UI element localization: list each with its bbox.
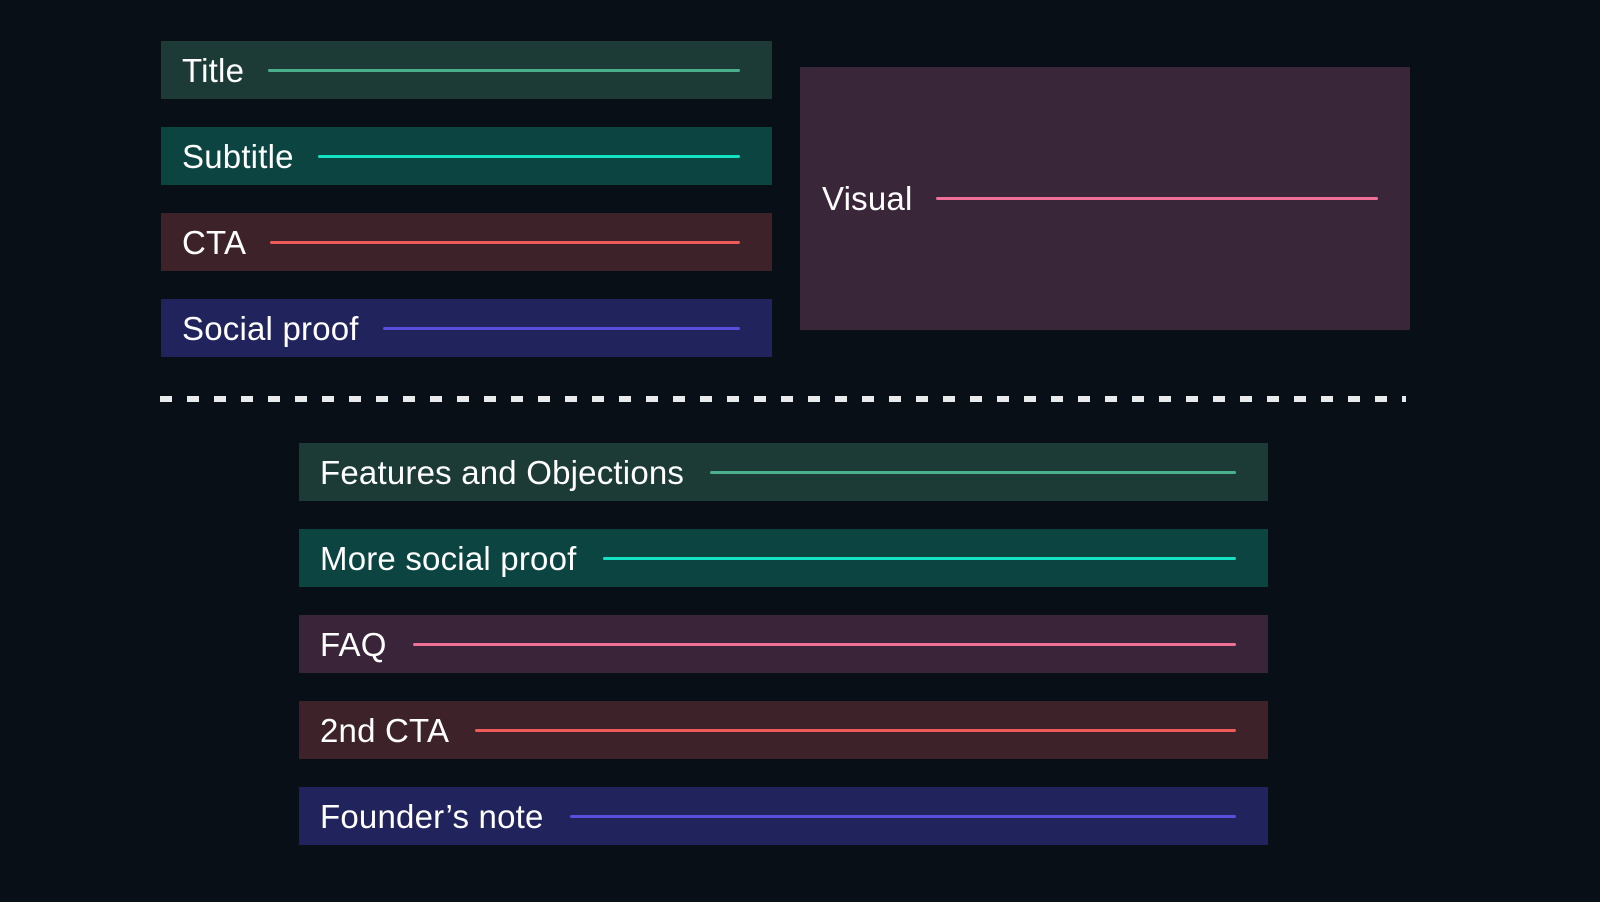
body-block-founders-note[interactable]: Founder’s note — [299, 787, 1268, 845]
hero-visual-panel[interactable]: Visual — [800, 67, 1410, 330]
hero-block-subtitle[interactable]: Subtitle — [161, 127, 772, 185]
body-block-founders-note-label: Founder’s note — [320, 797, 544, 835]
hero-block-title[interactable]: Title — [161, 41, 772, 99]
horizontal-rule-icon — [602, 556, 1236, 560]
horizontal-rule-icon — [270, 240, 740, 244]
wireframe-canvas: Title Subtitle CTA Social proof Visual F… — [0, 0, 1600, 902]
body-block-more-social-proof[interactable]: More social proof — [299, 529, 1268, 587]
hero-block-social-proof-label: Social proof — [182, 309, 359, 347]
horizontal-rule-icon — [936, 197, 1378, 200]
hero-block-cta[interactable]: CTA — [161, 213, 772, 271]
hero-block-subtitle-label: Subtitle — [182, 137, 294, 175]
horizontal-rule-icon — [412, 642, 1236, 646]
horizontal-rule-icon — [475, 728, 1236, 732]
body-block-faq-label: FAQ — [320, 625, 387, 663]
body-block-second-cta[interactable]: 2nd CTA — [299, 701, 1268, 759]
body-block-features-and-objections-label: Features and Objections — [320, 453, 685, 491]
section-divider — [160, 396, 1406, 402]
body-block-more-social-proof-label: More social proof — [320, 539, 577, 577]
body-block-faq[interactable]: FAQ — [299, 615, 1268, 673]
body-block-second-cta-label: 2nd CTA — [320, 711, 450, 749]
hero-block-cta-label: CTA — [182, 223, 247, 261]
hero-block-title-label: Title — [182, 51, 245, 89]
horizontal-rule-icon — [569, 814, 1236, 818]
horizontal-rule-icon — [382, 326, 740, 330]
body-block-features-and-objections[interactable]: Features and Objections — [299, 443, 1268, 501]
horizontal-rule-icon — [710, 470, 1236, 474]
horizontal-rule-icon — [317, 154, 740, 158]
horizontal-rule-icon — [268, 68, 740, 72]
hero-block-social-proof[interactable]: Social proof — [161, 299, 772, 357]
hero-visual-panel-label: Visual — [822, 180, 913, 217]
